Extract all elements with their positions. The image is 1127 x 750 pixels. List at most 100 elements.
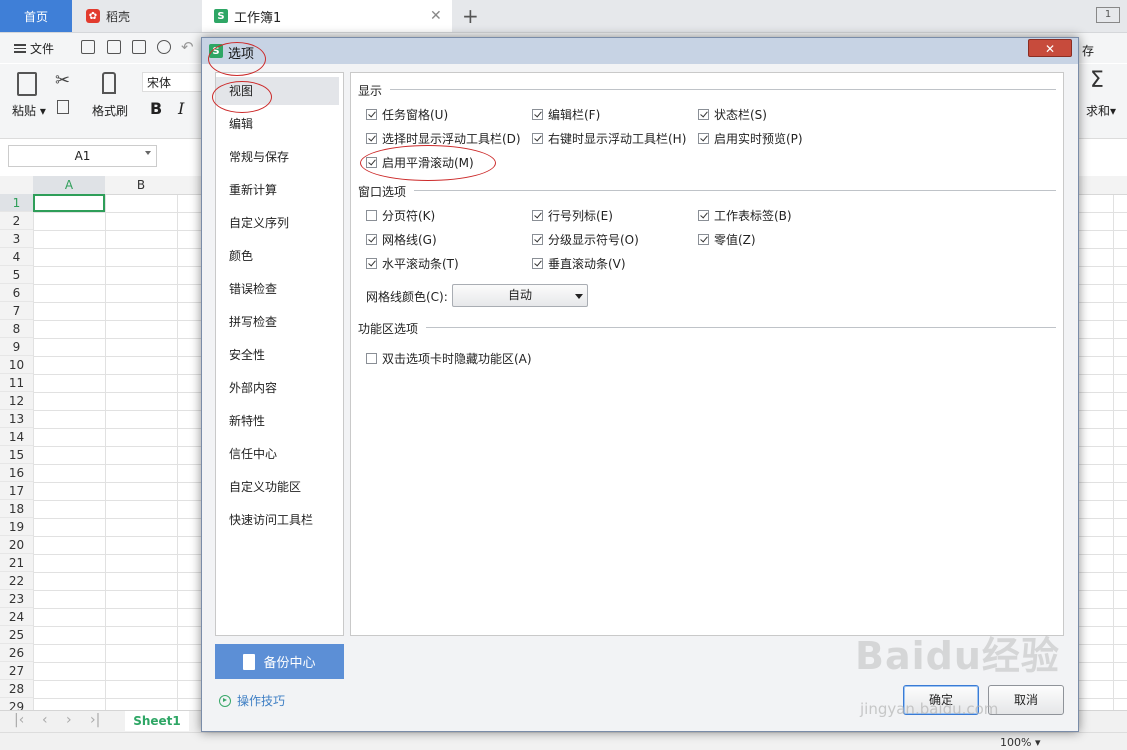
- checkbox-icon[interactable]: [532, 233, 543, 245]
- row-header[interactable]: 17: [0, 482, 33, 500]
- options-nav-item[interactable]: 颜色: [216, 242, 339, 270]
- sheet-tab-sheet1[interactable]: Sheet1: [125, 711, 189, 731]
- bold-button[interactable]: B: [150, 99, 162, 118]
- print-preview-icon[interactable]: [157, 40, 171, 54]
- checkbox-icon[interactable]: [532, 132, 543, 144]
- checkbox-icon[interactable]: [698, 108, 709, 120]
- zoom-level[interactable]: 100% ▾: [1000, 736, 1040, 749]
- option-checkbox[interactable]: 垂直滚动条(V): [532, 254, 626, 272]
- options-nav-item[interactable]: 快速访问工具栏: [216, 506, 339, 534]
- column-header-a[interactable]: A: [33, 176, 105, 194]
- selected-cell[interactable]: [33, 194, 105, 212]
- checkbox-icon[interactable]: [532, 209, 543, 221]
- option-checkbox[interactable]: 双击选项卡时隐藏功能区(A): [366, 349, 532, 367]
- row-header[interactable]: 3: [0, 230, 33, 248]
- row-header[interactable]: 14: [0, 428, 33, 446]
- tips-link[interactable]: 操作技巧: [219, 692, 285, 709]
- options-nav-item[interactable]: 新特性: [216, 407, 339, 435]
- checkbox-icon[interactable]: [532, 257, 543, 269]
- copy-icon[interactable]: [57, 100, 69, 114]
- checkbox-icon[interactable]: [698, 209, 709, 221]
- format-painter-icon[interactable]: [102, 72, 116, 94]
- checkbox-icon[interactable]: [366, 132, 377, 144]
- paste-button[interactable]: 粘贴 ▾: [12, 102, 46, 119]
- tab-daoke[interactable]: ✿ 稻壳: [72, 0, 196, 32]
- options-nav-item[interactable]: 安全性: [216, 341, 339, 369]
- checkbox-icon[interactable]: [698, 233, 709, 245]
- option-checkbox[interactable]: 工作表标签(B): [698, 206, 792, 224]
- sum-button[interactable]: 求和▾: [1086, 102, 1116, 119]
- option-checkbox[interactable]: 任务窗格(U): [366, 105, 448, 123]
- options-nav-item[interactable]: 错误检查: [216, 275, 339, 303]
- option-checkbox[interactable]: 网格线(G): [366, 230, 437, 248]
- option-checkbox[interactable]: 启用实时预览(P): [698, 129, 803, 147]
- options-nav-item[interactable]: 信任中心: [216, 440, 339, 468]
- options-nav-item[interactable]: 自定义序列: [216, 209, 339, 237]
- checkbox-icon[interactable]: [532, 108, 543, 120]
- row-header[interactable]: 6: [0, 284, 33, 302]
- undo-icon[interactable]: ↶: [181, 38, 194, 56]
- option-checkbox[interactable]: 编辑栏(F): [532, 105, 600, 123]
- option-checkbox[interactable]: 右键时显示浮动工具栏(H): [532, 129, 686, 147]
- italic-button[interactable]: I: [178, 99, 184, 118]
- checkbox-icon[interactable]: [366, 209, 377, 221]
- options-nav-item[interactable]: 外部内容: [216, 374, 339, 402]
- row-header[interactable]: 4: [0, 248, 33, 266]
- save-icon[interactable]: [81, 40, 95, 54]
- tab-close-icon[interactable]: ✕: [430, 8, 442, 24]
- row-header[interactable]: 25: [0, 626, 33, 644]
- window-count-badge[interactable]: 1: [1096, 7, 1120, 23]
- option-checkbox[interactable]: 分页符(K): [366, 206, 435, 224]
- row-header[interactable]: 15: [0, 446, 33, 464]
- name-box-dropdown-icon[interactable]: [145, 151, 151, 155]
- row-header[interactable]: 11: [0, 374, 33, 392]
- sum-icon[interactable]: Σ: [1090, 68, 1104, 93]
- next-sheet-icon[interactable]: ›: [66, 712, 72, 728]
- row-header[interactable]: 18: [0, 500, 33, 518]
- row-header[interactable]: 23: [0, 590, 33, 608]
- row-header[interactable]: 28: [0, 680, 33, 698]
- option-checkbox[interactable]: 分级显示符号(O): [532, 230, 639, 248]
- print-icon[interactable]: [132, 40, 146, 54]
- backup-center-button[interactable]: 备份中心: [215, 644, 344, 679]
- prev-sheet-icon[interactable]: ‹: [42, 712, 48, 728]
- export-pdf-icon[interactable]: [107, 40, 121, 54]
- checkbox-icon[interactable]: [366, 257, 377, 269]
- option-checkbox[interactable]: 水平滚动条(T): [366, 254, 459, 272]
- row-header[interactable]: 24: [0, 608, 33, 626]
- row-header[interactable]: 16: [0, 464, 33, 482]
- row-header[interactable]: 19: [0, 518, 33, 536]
- row-header[interactable]: 5: [0, 266, 33, 284]
- options-nav-item[interactable]: 编辑: [216, 110, 339, 138]
- row-header[interactable]: 12: [0, 392, 33, 410]
- new-tab-icon[interactable]: +: [462, 4, 479, 28]
- first-sheet-icon[interactable]: |‹: [14, 712, 24, 728]
- format-painter-button[interactable]: 格式刷: [92, 102, 128, 119]
- dialog-close-button[interactable]: ✕: [1028, 39, 1072, 57]
- grid-color-select[interactable]: 自动: [452, 284, 588, 307]
- row-header[interactable]: 2: [0, 212, 33, 230]
- chevron-down-icon[interactable]: [575, 294, 583, 299]
- row-header[interactable]: 27: [0, 662, 33, 680]
- row-header[interactable]: 8: [0, 320, 33, 338]
- row-header[interactable]: 1: [0, 194, 33, 212]
- name-box[interactable]: A1: [8, 145, 157, 167]
- options-nav-item[interactable]: 重新计算: [216, 176, 339, 204]
- tab-workbook[interactable]: S 工作簿1: [202, 0, 452, 32]
- option-checkbox[interactable]: 行号列标(E): [532, 206, 613, 224]
- row-header[interactable]: 10: [0, 356, 33, 374]
- row-header[interactable]: 13: [0, 410, 33, 428]
- cut-icon[interactable]: ✂: [55, 70, 70, 91]
- checkbox-icon[interactable]: [698, 132, 709, 144]
- option-checkbox[interactable]: 零值(Z): [698, 230, 756, 248]
- options-nav-item[interactable]: 自定义功能区: [216, 473, 339, 501]
- checkbox-icon[interactable]: [366, 108, 377, 120]
- row-header[interactable]: 26: [0, 644, 33, 662]
- tab-home[interactable]: 首页: [0, 0, 72, 32]
- column-header-b[interactable]: B: [105, 176, 177, 194]
- row-header[interactable]: 21: [0, 554, 33, 572]
- row-header[interactable]: 22: [0, 572, 33, 590]
- options-nav-item[interactable]: 常规与保存: [216, 143, 339, 171]
- last-sheet-icon[interactable]: ›|: [90, 712, 100, 728]
- row-header[interactable]: 20: [0, 536, 33, 554]
